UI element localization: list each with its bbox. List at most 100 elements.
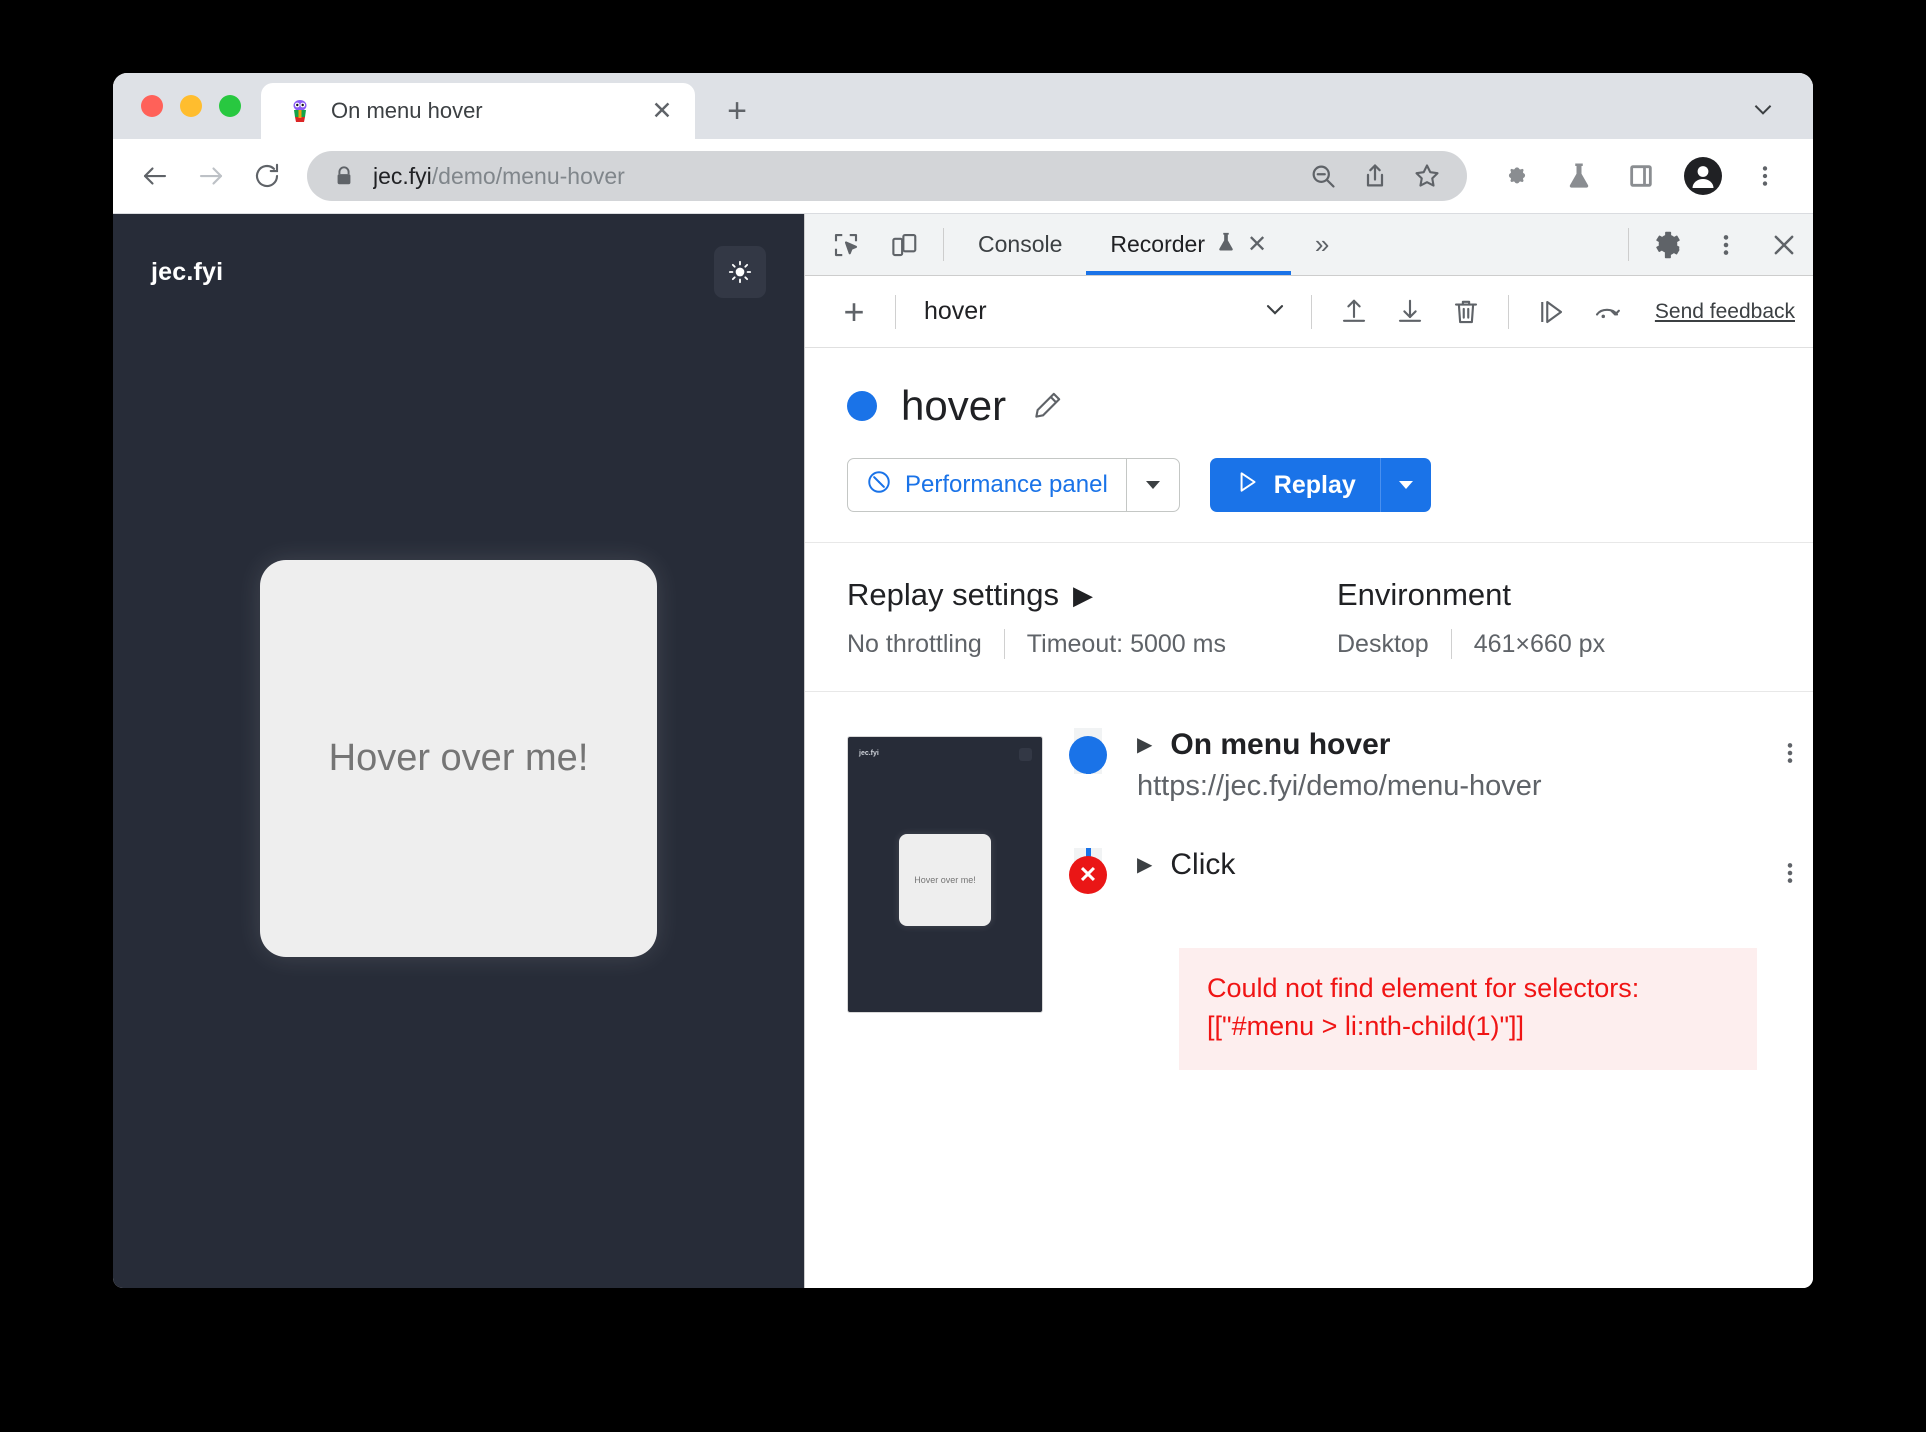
address-bar[interactable]: jec.fyi/demo/menu-hover: [307, 151, 1467, 201]
step-content: ▶ Click: [1109, 848, 1767, 882]
steps-section: jec.fyi Hover over me! ▶ On menu hover h…: [805, 692, 1813, 1288]
tab-recorder-close-icon[interactable]: ✕: [1247, 232, 1267, 257]
device-toolbar-icon[interactable]: [875, 214, 933, 275]
step-expand-caret-icon[interactable]: ▶: [1137, 735, 1152, 755]
replay-button[interactable]: Replay: [1209, 458, 1431, 512]
minimize-window-button[interactable]: [180, 95, 202, 117]
bookmark-star-icon[interactable]: [1401, 150, 1453, 202]
zoom-out-icon[interactable]: [1297, 150, 1349, 202]
add-recording-button[interactable]: +: [827, 285, 881, 339]
toolbar-divider: [895, 294, 896, 329]
trash-icon[interactable]: [1438, 284, 1494, 340]
lab-flask-icon[interactable]: [1551, 148, 1607, 204]
value-divider: [1450, 629, 1452, 659]
chevron-down-icon[interactable]: [1739, 85, 1787, 133]
profile-avatar-icon[interactable]: [1675, 148, 1731, 204]
environment-device: Desktop: [1337, 629, 1429, 658]
step-menu-kebab-icon[interactable]: [1767, 848, 1813, 886]
performance-panel-main[interactable]: Performance panel: [848, 459, 1126, 511]
step-rail: ✕: [1067, 848, 1109, 894]
url-host: jec.fyi: [373, 162, 432, 189]
browser-tab-active[interactable]: On menu hover ✕: [261, 83, 695, 139]
play-triangle-icon: [1234, 469, 1260, 502]
browser-window: On menu hover ✕ + jec.fyi/demo/menu-hove…: [113, 73, 1813, 1288]
performance-panel-label: Performance panel: [905, 471, 1108, 498]
step-content: ▶ On menu hover https://jec.fyi/demo/men…: [1109, 728, 1767, 803]
maximize-window-button[interactable]: [219, 95, 241, 117]
replay-undo-icon[interactable]: [1579, 284, 1635, 340]
lab-flask-icon: [1215, 231, 1237, 259]
step-row[interactable]: ✕ ▶ Click: [1067, 848, 1813, 926]
browser-toolbar: jec.fyi/demo/menu-hover: [113, 139, 1813, 214]
window-traffic-lights: [113, 73, 261, 139]
replay-dropdown-icon[interactable]: [1381, 458, 1431, 512]
performance-panel-dropdown-icon[interactable]: [1127, 459, 1179, 511]
recording-status-dot: [847, 391, 877, 421]
browser-menu-icon[interactable]: [1737, 148, 1793, 204]
devtools-tabbar: Console Recorder ✕ »: [805, 214, 1813, 276]
replay-button-main[interactable]: Replay: [1210, 458, 1380, 512]
throttling-value: No throttling: [847, 629, 982, 658]
hover-target-card[interactable]: Hover over me!: [260, 560, 657, 957]
error-line-2: [["#menu > li:nth-child(1)"]]: [1207, 1010, 1525, 1041]
recording-title-row: hover: [847, 382, 1813, 430]
tab-recorder[interactable]: Recorder ✕: [1086, 214, 1291, 275]
pencil-edit-icon[interactable]: [1030, 389, 1064, 423]
close-window-button[interactable]: [141, 95, 163, 117]
inspect-element-icon[interactable]: [817, 214, 875, 275]
step-headline[interactable]: ▶ On menu hover: [1137, 728, 1767, 762]
step-expand-caret-icon[interactable]: ▶: [1137, 855, 1152, 875]
step-title: On menu hover: [1170, 728, 1391, 761]
more-tabs-icon[interactable]: »: [1291, 214, 1353, 275]
forward-arrow-icon[interactable]: [183, 148, 239, 204]
export-upload-icon[interactable]: [1326, 284, 1382, 340]
step-error-message: Could not find element for selectors: [[…: [1179, 948, 1757, 1070]
steps-list: ▶ On menu hover https://jec.fyi/demo/men…: [1067, 728, 1813, 1288]
close-icon[interactable]: [1755, 214, 1813, 275]
replay-settings-heading[interactable]: Replay settings ▶: [847, 577, 1337, 613]
recording-selector[interactable]: hover: [910, 295, 1297, 328]
gear-icon[interactable]: [1639, 214, 1697, 275]
environment-column: Environment Desktop 461×660 px: [1337, 577, 1605, 659]
step-replay-icon[interactable]: [1523, 284, 1579, 340]
error-line-1: Could not find element for selectors:: [1207, 973, 1640, 1003]
recording-header-section: hover Performance panel Replay: [805, 348, 1813, 543]
extensions-puzzle-icon[interactable]: [1489, 148, 1545, 204]
toolbar-divider-right: [1628, 228, 1629, 261]
share-icon[interactable]: [1349, 150, 1401, 202]
tab-console[interactable]: Console: [954, 214, 1086, 275]
performance-panel-button[interactable]: Performance panel: [847, 458, 1180, 512]
kebab-menu-icon[interactable]: [1697, 214, 1755, 275]
reload-icon[interactable]: [239, 148, 295, 204]
tab-favicon-icon: [287, 98, 313, 124]
replay-button-label: Replay: [1273, 470, 1356, 499]
replay-settings-values: No throttling Timeout: 5000 ms: [847, 629, 1337, 659]
environment-heading: Environment: [1337, 577, 1605, 613]
back-arrow-icon[interactable]: [127, 148, 183, 204]
send-feedback-link[interactable]: Send feedback: [1655, 300, 1795, 324]
step-rail: [1067, 728, 1109, 774]
step-row[interactable]: ▶ On menu hover https://jec.fyi/demo/men…: [1067, 728, 1813, 848]
page-viewport: jec.fyi Hover over me!: [113, 214, 804, 1288]
new-tab-button[interactable]: +: [713, 87, 761, 135]
tab-console-label: Console: [978, 231, 1063, 257]
step-headline[interactable]: ▶ Click: [1137, 848, 1767, 882]
tab-close-icon[interactable]: ✕: [647, 96, 677, 126]
tabbar-spacer: [1353, 214, 1618, 275]
step-screenshot-thumbnail[interactable]: jec.fyi Hover over me!: [847, 736, 1043, 1013]
timeout-value: Timeout: 5000 ms: [1026, 629, 1226, 658]
recorder-toolbar: + hover Send feedback: [805, 276, 1813, 348]
side-panel-icon[interactable]: [1613, 148, 1669, 204]
hover-card-container: Hover over me!: [113, 214, 804, 1288]
value-divider: [1003, 629, 1005, 659]
hover-card-label: Hover over me!: [328, 737, 589, 779]
settings-section: Replay settings ▶ No throttling Timeout:…: [805, 543, 1813, 692]
import-download-icon[interactable]: [1382, 284, 1438, 340]
replay-settings-column: Replay settings ▶ No throttling Timeout:…: [847, 577, 1337, 659]
tab-strip: On menu hover ✕ +: [113, 73, 1813, 139]
toolbar-divider: [1310, 294, 1312, 329]
tab-title: On menu hover: [331, 98, 483, 123]
step-menu-kebab-icon[interactable]: [1767, 728, 1813, 766]
chevron-down-icon: [1261, 295, 1289, 328]
caret-right-icon: ▶: [1072, 579, 1093, 610]
